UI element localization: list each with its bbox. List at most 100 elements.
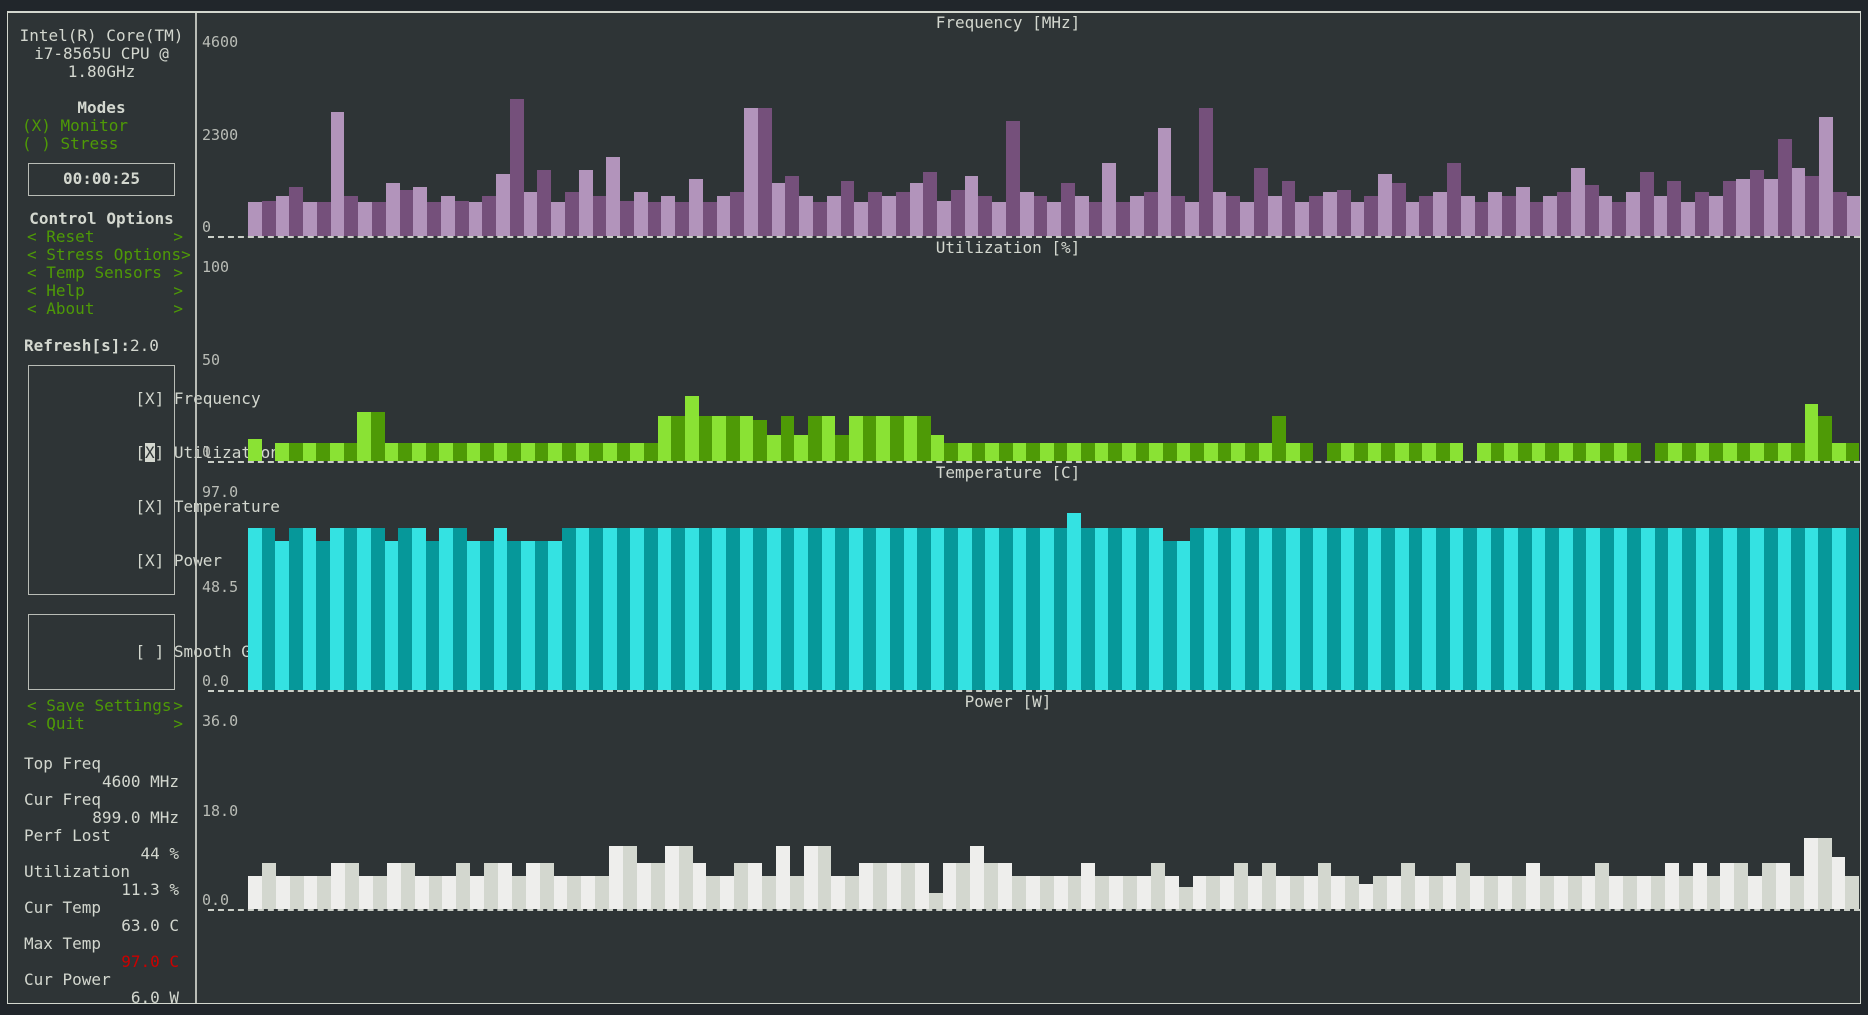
bar bbox=[1040, 527, 1054, 690]
bar bbox=[1176, 442, 1191, 461]
bar bbox=[606, 156, 621, 236]
bar bbox=[1845, 876, 1860, 909]
bar bbox=[657, 416, 672, 461]
bar bbox=[466, 540, 481, 690]
bar bbox=[702, 202, 717, 236]
bar bbox=[900, 862, 915, 909]
bar bbox=[1190, 527, 1204, 690]
bar bbox=[385, 183, 400, 236]
chart-title-temperature: Temperature [C] bbox=[935, 463, 1081, 482]
bar bbox=[1326, 527, 1341, 690]
bar bbox=[1053, 527, 1068, 690]
bar bbox=[523, 191, 538, 236]
bar bbox=[1463, 527, 1478, 690]
refresh-rate-row[interactable]: Refresh[s]:2.0 bbox=[8, 337, 195, 355]
radio-marker-monitor: (X) bbox=[22, 116, 51, 135]
toggle-utilization[interactable]: [X] Utilization bbox=[39, 426, 280, 480]
bar bbox=[1709, 527, 1723, 690]
bar bbox=[712, 416, 726, 461]
bar bbox=[1626, 191, 1640, 236]
bar bbox=[881, 196, 896, 236]
bar bbox=[248, 438, 262, 461]
bar bbox=[589, 527, 604, 690]
y-tick-label: 48.5 bbox=[202, 577, 239, 596]
checkbox-smooth-graph: [ ] bbox=[135, 642, 165, 661]
bar bbox=[775, 846, 790, 909]
bar bbox=[685, 396, 699, 461]
bar bbox=[944, 527, 959, 690]
bar bbox=[521, 442, 535, 461]
bar bbox=[1791, 527, 1805, 690]
bar bbox=[1405, 202, 1420, 236]
y-tick-label: 100 bbox=[202, 258, 230, 276]
bar bbox=[357, 527, 371, 690]
bar bbox=[1275, 876, 1290, 909]
bar bbox=[1381, 527, 1396, 690]
bar bbox=[595, 876, 610, 909]
action-quit[interactable]: < Quit > bbox=[8, 715, 195, 733]
bar bbox=[636, 862, 651, 909]
bar bbox=[1108, 527, 1122, 690]
bar bbox=[1775, 862, 1790, 909]
bar bbox=[1248, 876, 1263, 909]
bar bbox=[454, 200, 469, 236]
modes-title: Modes bbox=[77, 98, 126, 117]
bar bbox=[999, 442, 1013, 461]
bar bbox=[1736, 527, 1751, 690]
y-tick-label: 0 bbox=[202, 443, 212, 461]
bar bbox=[848, 527, 863, 690]
bar bbox=[425, 540, 440, 690]
bar bbox=[1599, 527, 1614, 690]
bar bbox=[1354, 442, 1368, 461]
bar bbox=[329, 527, 344, 690]
bar bbox=[766, 434, 781, 461]
bar bbox=[1664, 862, 1679, 909]
bar bbox=[1572, 527, 1587, 690]
bar bbox=[288, 442, 303, 461]
bar bbox=[1074, 196, 1089, 236]
bar bbox=[1543, 196, 1558, 236]
checkbox-temperature: [X] bbox=[135, 497, 165, 516]
mode-radio-stress[interactable]: ( ) Stress bbox=[8, 135, 195, 153]
bar bbox=[537, 169, 552, 236]
control-option-temp-sensors[interactable]: < Temp Sensors > bbox=[8, 264, 195, 282]
bar bbox=[937, 200, 951, 236]
bar bbox=[1695, 527, 1710, 690]
chevron-left-icon: < bbox=[27, 299, 37, 318]
bar bbox=[1831, 857, 1846, 909]
bar bbox=[771, 183, 786, 236]
bar bbox=[386, 862, 401, 909]
bar bbox=[1529, 202, 1544, 236]
bar bbox=[1623, 876, 1638, 909]
bar bbox=[1231, 442, 1245, 461]
bar bbox=[316, 202, 331, 236]
bar bbox=[1244, 527, 1259, 690]
toggle-frequency[interactable]: [X] Frequency bbox=[39, 372, 260, 426]
bar bbox=[575, 527, 590, 690]
bar bbox=[1094, 527, 1109, 690]
bar bbox=[592, 196, 607, 236]
bar bbox=[493, 442, 508, 461]
bar bbox=[548, 540, 563, 690]
smooth-graph-box[interactable]: [ ] Smooth Graph bbox=[28, 614, 289, 690]
mode-radio-monitor[interactable]: (X) Monitor bbox=[8, 117, 195, 135]
bar bbox=[1750, 169, 1764, 236]
action-label-quit: Quit bbox=[46, 714, 85, 733]
bar bbox=[923, 172, 938, 236]
control-option-help[interactable]: < Help > bbox=[8, 282, 195, 300]
bar bbox=[1832, 442, 1846, 461]
bar bbox=[1143, 191, 1158, 236]
bar bbox=[1419, 196, 1434, 236]
toggle-power[interactable]: [X] Power bbox=[39, 534, 222, 588]
bar bbox=[1456, 862, 1471, 909]
bar bbox=[1178, 887, 1193, 909]
bar bbox=[1309, 196, 1323, 236]
control-option-about[interactable]: < About > bbox=[8, 300, 195, 318]
bar bbox=[1789, 876, 1804, 909]
bar bbox=[862, 527, 877, 690]
bar bbox=[1832, 191, 1847, 236]
toggle-temperature[interactable]: [X] Temperature bbox=[39, 480, 280, 534]
toggle-smooth-graph[interactable]: [ ] Smooth Graph bbox=[39, 625, 289, 679]
bar bbox=[633, 191, 648, 236]
chevron-left-icon: < bbox=[27, 263, 37, 282]
